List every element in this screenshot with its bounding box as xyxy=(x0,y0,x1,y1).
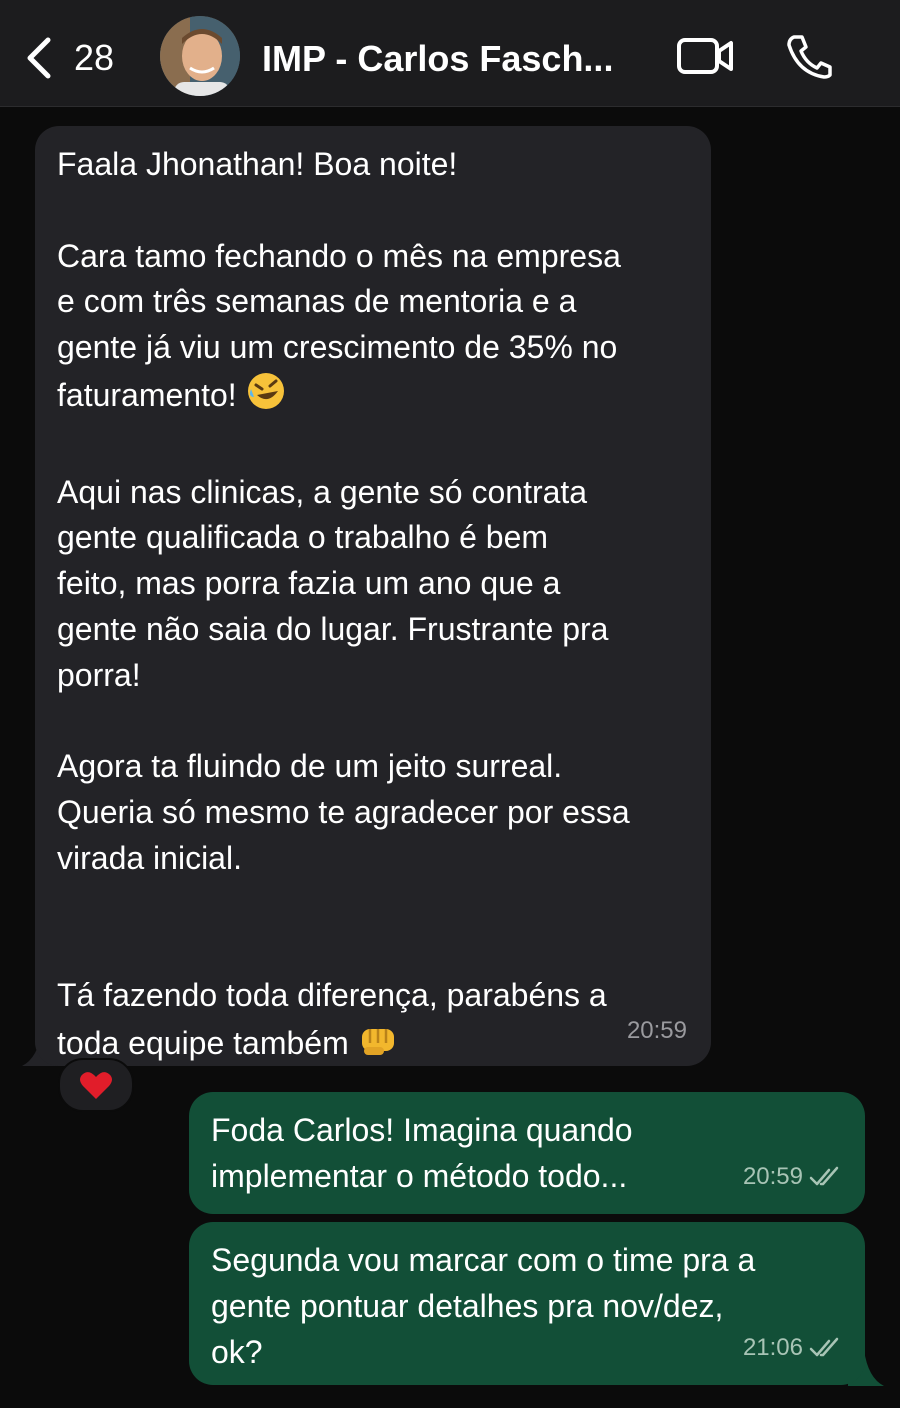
message-reaction[interactable] xyxy=(58,1058,134,1112)
chat-title[interactable]: IMP - Carlos Fasch... xyxy=(262,38,612,80)
avatar[interactable] xyxy=(160,16,240,96)
back-button[interactable]: 28 xyxy=(22,30,114,86)
message-timestamp: 20:59 xyxy=(742,1163,803,1191)
outgoing-message[interactable]: Foda Carlos! Imagina quando implementar … xyxy=(189,1092,865,1214)
chevron-left-icon xyxy=(27,37,51,79)
video-call-icon[interactable] xyxy=(676,36,734,76)
unread-count: 28 xyxy=(74,37,115,78)
avatar-photo xyxy=(160,16,240,96)
fist-emoji-icon xyxy=(358,1019,398,1072)
message-paragraph: Agora ta fluindo de um jeito surreal. Qu… xyxy=(57,748,630,876)
phone-call-icon[interactable] xyxy=(784,33,834,79)
chat-header: 28 IMP - Carlos Fasch... xyxy=(0,0,900,107)
rolling-laughing-emoji-icon xyxy=(246,371,286,424)
message-paragraph: Cara tamo fechando o mês na empresa e co… xyxy=(57,234,689,424)
message-paragraph: Faala Jhonathan! Boa noite! xyxy=(57,146,458,182)
incoming-message[interactable]: Faala Jhonathan! Boa noite! Cara tamo fe… xyxy=(35,126,711,1066)
red-heart-icon xyxy=(80,1072,112,1099)
message-timestamp: 21:06 xyxy=(742,1334,803,1362)
message-meta: 20:59 xyxy=(743,1154,843,1200)
message-timestamp: 20:59 xyxy=(626,1017,687,1045)
message-paragraph: Tá fazendo toda diferença, parabéns a to… xyxy=(57,973,689,1072)
message-text: Tá fazendo toda diferença, parabéns a to… xyxy=(57,977,607,1061)
message-text: Cara tamo fechando o mês na empresa e co… xyxy=(57,237,621,413)
message-paragraph: Aqui nas clinicas, a gente só contrata g… xyxy=(57,473,609,693)
read-receipt-icon xyxy=(809,1337,839,1357)
message-meta: 21:06 xyxy=(743,1325,843,1371)
read-receipt-icon xyxy=(809,1166,839,1186)
outgoing-message[interactable]: Segunda vou marcar com o time pra a gent… xyxy=(189,1222,865,1385)
